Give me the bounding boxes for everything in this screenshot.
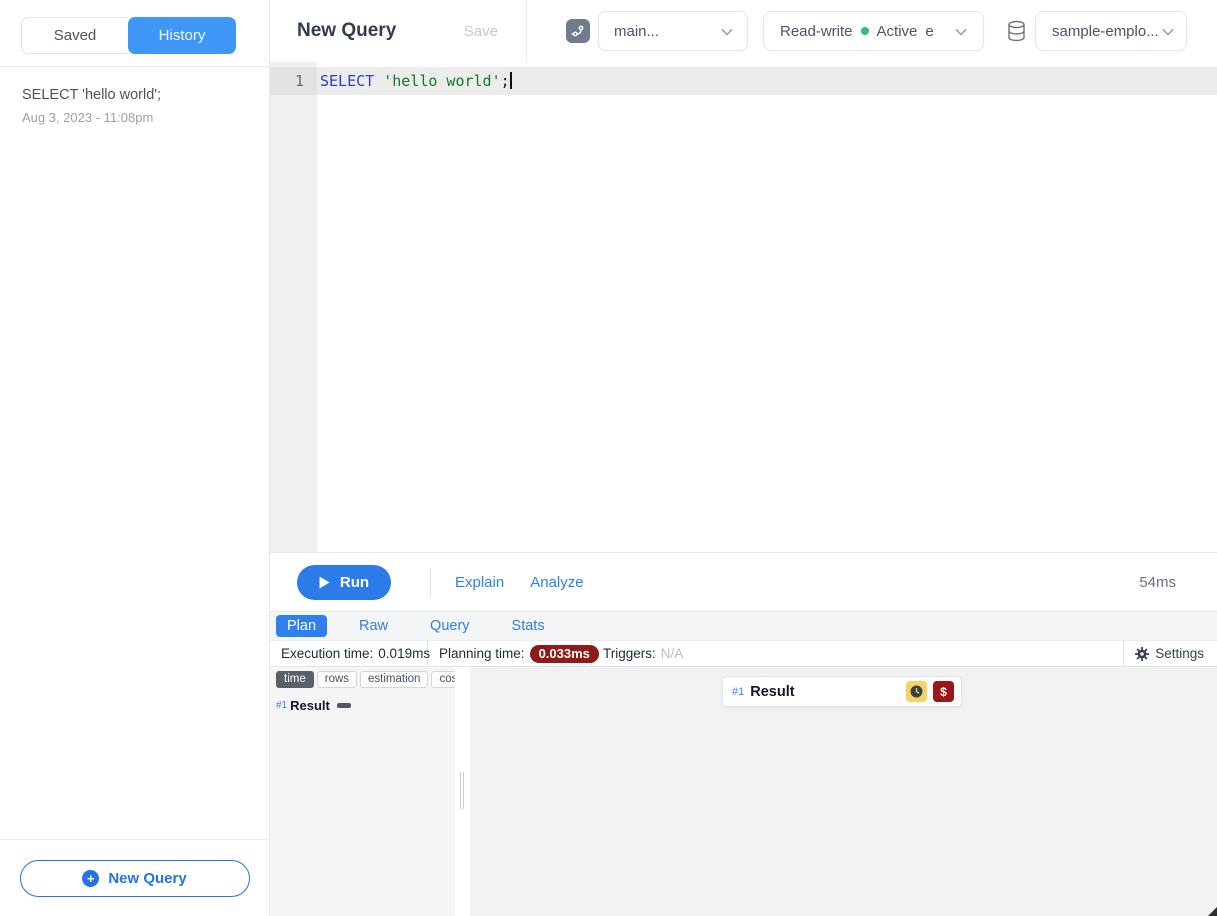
history-timestamp: Aug 3, 2023 - 11:08pm	[22, 110, 247, 125]
editor-gutter: 1	[270, 62, 317, 552]
connection-toolbar: main... Read-write Active e	[527, 11, 1217, 51]
settings-label: Settings	[1155, 646, 1204, 661]
chevron-down-icon	[955, 23, 967, 40]
run-bar: Run Explain Analyze 54ms	[270, 553, 1217, 612]
panel-splitter[interactable]	[455, 667, 470, 916]
metric-rows-button[interactable]: rows	[317, 671, 357, 688]
node-index: #1	[276, 700, 287, 711]
explain-button[interactable]: Explain	[455, 574, 504, 591]
sql-keyword: SELECT	[320, 72, 383, 90]
sidebar: Saved History SELECT 'hello world'; Aug …	[0, 0, 270, 916]
node-name: Result	[750, 684, 794, 700]
result-tabs: Plan Raw Query Stats	[270, 612, 1217, 641]
resize-corner[interactable]	[1208, 907, 1217, 916]
sql-punctuation: ;	[501, 72, 510, 90]
save-button[interactable]: Save	[464, 23, 498, 40]
tab-plan[interactable]: Plan	[276, 615, 327, 637]
line-number: 1	[270, 67, 317, 95]
database-icon	[1006, 20, 1027, 42]
text-cursor	[510, 72, 512, 89]
tab-raw[interactable]: Raw	[349, 616, 398, 636]
endpoint-truncated-text: e	[925, 23, 933, 40]
planning-time-stat: Planning time: 0.033ms	[428, 641, 592, 666]
tab-stats[interactable]: Stats	[502, 616, 555, 636]
plan-area: time rows estimation cost #1 Result #1	[270, 667, 1217, 916]
history-item[interactable]: SELECT 'hello world'; Aug 3, 2023 - 11:0…	[22, 87, 247, 125]
query-duration: 54ms	[1139, 574, 1176, 591]
run-button[interactable]: Run	[297, 565, 391, 600]
status-dot	[861, 27, 869, 35]
node-name: Result	[290, 698, 330, 713]
plan-diagram: #1 Result $	[470, 667, 1217, 916]
page-title: New Query	[297, 20, 396, 42]
triggers-value: N/A	[661, 646, 684, 661]
execution-time-value: 0.019ms	[378, 646, 430, 661]
plan-node-result[interactable]: #1 Result $	[722, 676, 962, 707]
branch-select-value: main...	[614, 23, 659, 40]
execution-time-stat: Execution time: 0.019ms	[270, 641, 428, 666]
code-line: SELECT 'hello world';	[317, 67, 1217, 95]
code-area[interactable]: SELECT 'hello world';	[317, 62, 1217, 552]
plan-list-item[interactable]: #1 Result	[276, 698, 455, 713]
run-label: Run	[340, 574, 369, 591]
chevron-down-icon	[721, 23, 733, 40]
endpoint-status: Active	[877, 23, 918, 40]
settings-button[interactable]: Settings	[1123, 641, 1217, 666]
sql-editor[interactable]: 1 SELECT 'hello world';	[270, 62, 1217, 553]
plus-icon: +	[82, 870, 99, 887]
analyze-button[interactable]: Analyze	[530, 574, 583, 591]
play-icon	[319, 576, 330, 589]
history-query-text: SELECT 'hello world';	[22, 87, 247, 103]
branch-icon	[566, 19, 590, 43]
branch-select[interactable]: main...	[598, 11, 748, 51]
sidebar-footer: + New Query	[0, 839, 269, 916]
history-list: SELECT 'hello world'; Aug 3, 2023 - 11:0…	[0, 67, 269, 839]
tab-saved[interactable]: Saved	[21, 17, 128, 54]
new-query-button[interactable]: + New Query	[20, 860, 250, 897]
execution-time-label: Execution time:	[281, 646, 373, 661]
dollar-icon: $	[933, 681, 954, 702]
database-select[interactable]: sample-emplo...	[1035, 11, 1187, 51]
query-header: New Query Save	[270, 0, 527, 62]
plan-node-list: time rows estimation cost #1 Result	[270, 667, 455, 916]
app-window: Saved History SELECT 'hello world'; Aug …	[0, 0, 1217, 916]
triggers-stat: Triggers: N/A	[592, 641, 696, 666]
clock-icon	[906, 681, 927, 702]
node-index: #1	[732, 686, 744, 698]
plan-metric-buttons: time rows estimation cost	[276, 671, 455, 688]
chevron-down-icon	[1162, 23, 1174, 40]
endpoint-mode: Read-write	[780, 23, 853, 40]
planning-time-label: Planning time:	[439, 646, 525, 661]
stats-bar: Execution time: 0.019ms Planning time: 0…	[270, 641, 1217, 667]
sidebar-header: Saved History	[0, 0, 269, 67]
main-panel: New Query Save main... Read-wr	[270, 0, 1217, 916]
sidebar-tab-group: Saved History	[21, 17, 236, 54]
toolbar-divider	[430, 568, 431, 596]
sql-string: 'hello world'	[383, 72, 500, 90]
time-mini-bar	[337, 703, 351, 708]
database-select-value: sample-emplo...	[1052, 23, 1159, 40]
tab-history[interactable]: History	[128, 17, 236, 54]
new-query-label: New Query	[108, 870, 186, 887]
planning-time-badge: 0.033ms	[530, 645, 599, 663]
endpoint-select[interactable]: Read-write Active e	[763, 11, 984, 51]
metric-estimation-button[interactable]: estimation	[360, 671, 428, 688]
triggers-label: Triggers:	[603, 646, 656, 661]
gear-icon	[1135, 647, 1149, 661]
drag-handle-icon[interactable]	[460, 772, 464, 809]
topbar: New Query Save main... Read-wr	[270, 0, 1217, 62]
metric-time-button[interactable]: time	[276, 671, 314, 688]
tab-query[interactable]: Query	[420, 616, 480, 636]
